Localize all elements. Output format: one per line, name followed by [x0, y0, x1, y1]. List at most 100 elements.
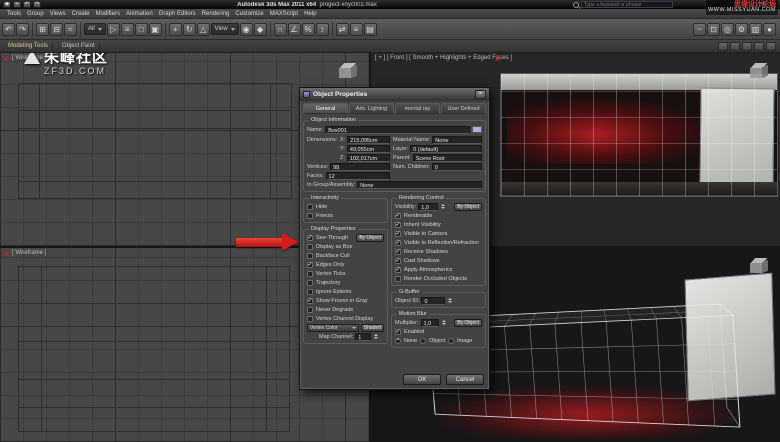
vertex-channel-checkbox[interactable] — [307, 316, 313, 322]
use-pivot-center-icon[interactable]: ◉ — [240, 23, 253, 36]
menu-animation[interactable]: Animation — [123, 11, 156, 17]
see-through-checkbox[interactable]: ✓ — [307, 235, 313, 241]
checkbox-row-show-frozen[interactable]: ✓ Show Frozen in Gray — [307, 296, 384, 305]
viewcube[interactable] — [748, 258, 770, 276]
spinner-control[interactable] — [447, 297, 453, 305]
select-by-name-icon[interactable]: ≡ — [121, 23, 134, 36]
checkbox-row-ignore-extents[interactable]: Ignore Extents — [307, 287, 384, 296]
menu-views[interactable]: Views — [47, 11, 69, 17]
motion-blur-image-radio[interactable] — [448, 338, 454, 344]
menu-customize[interactable]: Customize — [232, 11, 266, 17]
motion-blur-object-radio[interactable] — [420, 338, 426, 344]
ribbon-icon[interactable] — [718, 42, 728, 51]
checkbox-row-trajectory[interactable]: Trajectory — [307, 278, 384, 287]
visible-to-camera-checkbox[interactable]: ✓ — [395, 231, 401, 237]
viewport-label[interactable]: [ + ] [ Front ] [ Smooth + Highlights + … — [375, 55, 512, 61]
checkbox-row-display-as-box[interactable]: Display as Box — [307, 242, 384, 251]
viewport-label[interactable]: [ Wireframe ] — [12, 250, 46, 256]
material-editor-icon[interactable]: ◎ — [721, 23, 734, 36]
checkbox-row-enabled[interactable]: ✓ Enabled — [395, 327, 482, 336]
tab-mental-ray[interactable]: mental ray — [395, 103, 440, 114]
checkbox-row-apply-atmospherics[interactable]: ✓ Apply Atmospherics — [395, 265, 482, 274]
menu-maxscript[interactable]: MAXScript — [267, 11, 301, 17]
hide-checkbox[interactable] — [307, 204, 313, 210]
close-icon[interactable]: × — [475, 90, 486, 99]
vertex-ticks-checkbox[interactable] — [307, 271, 313, 277]
select-and-scale-icon[interactable]: △ — [197, 23, 210, 36]
checkbox-row-edges-only[interactable]: ✓ Edges Only — [307, 260, 384, 269]
inherit-visibility-checkbox[interactable]: ✓ — [395, 222, 401, 228]
map-channel-value[interactable]: 1 — [355, 333, 371, 341]
backface-cull-checkbox[interactable] — [307, 253, 313, 259]
search-input[interactable] — [581, 1, 673, 8]
ribbon-icon[interactable] — [742, 42, 752, 51]
render-occluded-checkbox[interactable] — [395, 276, 401, 282]
menu-rendering[interactable]: Rendering — [199, 11, 233, 17]
ribbon-icon[interactable] — [766, 42, 776, 51]
spinner-snap-icon[interactable]: ↕ — [316, 23, 329, 36]
snaps-toggle-icon[interactable]: ∩ — [274, 23, 287, 36]
name-field[interactable]: Box001 — [325, 126, 470, 134]
ignore-extents-checkbox[interactable] — [307, 289, 313, 295]
checkbox-row-backface-cull[interactable]: Backface Cull — [307, 251, 384, 260]
visibility-value[interactable]: 1,0 — [418, 203, 438, 211]
spinner-control[interactable] — [441, 319, 447, 327]
tab-adv-lighting[interactable]: Adv. Lighting — [349, 103, 394, 114]
viewcube[interactable] — [337, 63, 359, 81]
object-id-value[interactable]: 0 — [421, 297, 445, 305]
tab-general[interactable]: General — [303, 103, 348, 114]
visible-to-reflection-checkbox[interactable]: ✓ — [395, 240, 401, 246]
select-and-rotate-icon[interactable]: ↻ — [183, 23, 196, 36]
checkbox-row-never-degrade[interactable]: Never Degrade — [307, 305, 384, 314]
checkbox-row-vertex-channel[interactable]: Vertex Channel Display — [307, 314, 384, 323]
select-and-move-icon[interactable]: + — [169, 23, 182, 36]
redo-icon[interactable]: ↷ — [16, 23, 29, 36]
cancel-button[interactable]: Cancel — [446, 374, 484, 385]
tab-modeling-tools[interactable]: Modeling Tools — [4, 43, 53, 49]
never-degrade-checkbox[interactable] — [307, 307, 313, 313]
window-crossing-icon[interactable]: ▣ — [149, 23, 162, 36]
menu-group[interactable]: Group — [24, 11, 47, 17]
select-object-icon[interactable]: ▷ — [107, 23, 120, 36]
unlink-selection-icon[interactable]: ⊟ — [50, 23, 63, 36]
render-setup-icon[interactable]: ⚙ — [735, 23, 748, 36]
renderable-checkbox[interactable]: ✓ — [395, 213, 401, 219]
motion-blur-enabled-checkbox[interactable]: ✓ — [395, 329, 401, 335]
undo-icon[interactable]: ↶ — [2, 23, 15, 36]
multiplier-value[interactable]: 1,0 — [421, 319, 439, 327]
menu-modifiers[interactable]: Modifiers — [93, 11, 123, 17]
select-and-manipulate-icon[interactable]: ◆ — [254, 23, 267, 36]
motion-blur-none-radio[interactable]: • — [395, 338, 401, 344]
percent-snap-icon[interactable]: % — [302, 23, 315, 36]
checkbox-row-renderable[interactable]: ✓ Renderable — [395, 211, 482, 220]
menu-help[interactable]: Help — [301, 11, 319, 17]
spinner-control[interactable] — [440, 203, 446, 211]
ok-button[interactable]: OK — [403, 374, 441, 385]
checkbox-row-hide[interactable]: Hide — [307, 202, 384, 211]
tab-user-defined[interactable]: User Defined — [441, 103, 486, 114]
checkbox-row-inherit-visibility[interactable]: ✓ Inherit Visibility — [395, 220, 482, 229]
menu-tools[interactable]: Tools — [4, 11, 24, 17]
checkbox-row-render-occluded[interactable]: Render Occluded Objects — [395, 274, 482, 283]
menu-create[interactable]: Create — [69, 11, 93, 17]
redo-small-icon[interactable]: ↷ — [33, 1, 41, 8]
display-as-box-checkbox[interactable] — [307, 244, 313, 250]
rectangular-selection-region-icon[interactable]: □ — [135, 23, 148, 36]
trajectory-checkbox[interactable] — [307, 280, 313, 286]
bind-to-space-warp-icon[interactable]: ≈ — [64, 23, 77, 36]
ribbon-icon[interactable] — [730, 42, 740, 51]
align-icon[interactable]: ≡ — [350, 23, 363, 36]
receive-shadows-checkbox[interactable]: ✓ — [395, 249, 401, 255]
tab-object-paint[interactable]: Object Paint — [58, 43, 100, 49]
save-icon[interactable]: ▪ — [13, 1, 21, 8]
select-and-link-icon[interactable]: ⊞ — [36, 23, 49, 36]
ribbon-icon[interactable] — [754, 42, 764, 51]
curve-editor-icon[interactable]: ~ — [693, 23, 706, 36]
checkbox-row-see-through[interactable]: ✓ See-Through By Object — [307, 233, 384, 242]
display-by-object-button[interactable]: By Object — [356, 234, 384, 242]
checkbox-row-visible-to-camera[interactable]: ✓ Visible to Camera — [395, 229, 482, 238]
mirror-icon[interactable]: ⇄ — [336, 23, 349, 36]
dialog-title-bar[interactable]: Object Properties × — [300, 88, 489, 101]
undo-small-icon[interactable]: ↶ — [23, 1, 31, 8]
vertex-color-dropdown[interactable]: Vertex Color — [307, 324, 359, 332]
